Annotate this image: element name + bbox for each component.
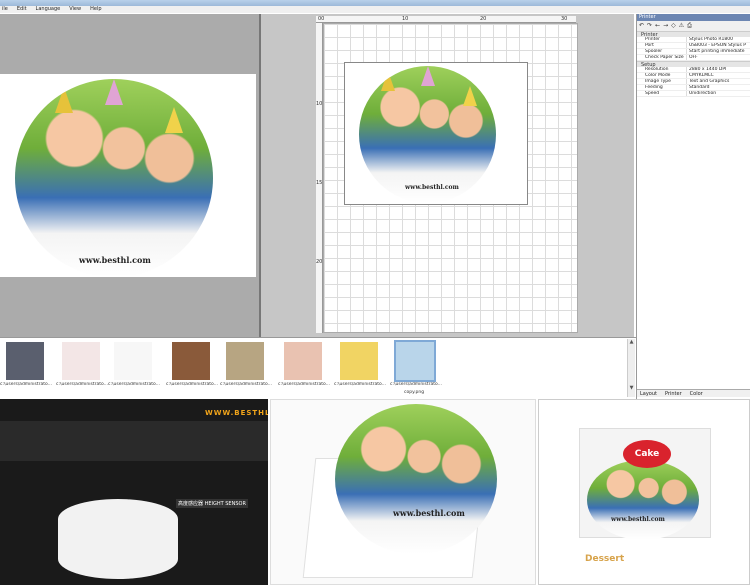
- ruler-tick-label: 10: [402, 16, 409, 22]
- printer-carriage: [0, 421, 268, 461]
- tab-color[interactable]: Color: [690, 390, 703, 397]
- party-hat-icon: [381, 71, 395, 91]
- menu-view[interactable]: View: [69, 6, 81, 13]
- selected-image-frame[interactable]: www.besthl.com: [344, 62, 528, 205]
- properties-panel: Printer ↶ ↷ ← → ◇ ⚠ ⎙ Printer Printer Sty…: [636, 14, 750, 399]
- cake-photo-circle: www.besthl.com: [359, 66, 496, 203]
- box-print-text: Dessert: [585, 554, 625, 564]
- height-sensor-label: 高度感应器 HEIGHT SENSOR: [176, 499, 248, 508]
- brand-url: www.besthl.com: [611, 516, 665, 523]
- selected-thumbnail-caption: copy.png: [404, 390, 425, 395]
- thumbnail-caption: c:\users\administrato...: [334, 382, 386, 387]
- property-value: 2880 x 1440 DPI: [689, 67, 727, 72]
- properties-tabs: Layout Printer Color: [637, 389, 750, 397]
- property-value: Standard: [689, 85, 710, 90]
- thumbnail-image[interactable]: [6, 342, 44, 380]
- undo-icon[interactable]: ↶: [639, 23, 644, 29]
- ruler-tick-label: 30: [561, 16, 568, 22]
- thumbnail-image[interactable]: [394, 340, 436, 382]
- scroll-up-icon[interactable]: ▲: [628, 339, 635, 345]
- brand-url: www.besthl.com: [405, 184, 459, 191]
- tab-layout[interactable]: Layout: [640, 390, 657, 397]
- menu-help[interactable]: Help: [90, 6, 101, 13]
- thumbnail-caption: c:\users\administrato...: [108, 382, 160, 387]
- menu-language[interactable]: Language: [36, 6, 61, 13]
- ruler-tick-label: 20: [480, 16, 487, 22]
- watermark-text: WWW.BESTHL.COM: [205, 409, 268, 417]
- tab-printer[interactable]: Printer: [665, 390, 682, 397]
- party-hat-icon: [105, 79, 123, 105]
- property-value: Unidirection: [689, 91, 717, 96]
- property-key: Color Mode: [637, 73, 687, 78]
- thumbnail-image[interactable]: [226, 342, 264, 380]
- thumbnail-caption: c:\users\administrato...: [220, 382, 272, 387]
- scroll-down-icon[interactable]: ▼: [628, 385, 635, 391]
- warning-icon[interactable]: ⚠: [679, 23, 684, 29]
- property-key: Check Paper Size: [637, 55, 687, 60]
- arrow-right-icon[interactable]: →: [663, 23, 668, 29]
- property-key: Spooler: [637, 49, 687, 54]
- properties-title: Printer: [637, 14, 750, 21]
- image-preview-canvas[interactable]: www.besthl.com: [0, 74, 256, 277]
- property-key: Feeding: [637, 85, 687, 90]
- thumbnail-image[interactable]: [62, 342, 100, 380]
- brand-url: www.besthl.com: [393, 508, 465, 518]
- ruler-tick-label: 00: [318, 16, 325, 22]
- property-key: Resolution: [637, 67, 687, 72]
- thumbnail-image[interactable]: [114, 342, 152, 380]
- thumbnail-image[interactable]: [172, 342, 210, 380]
- property-key: Image Type: [637, 79, 687, 84]
- property-key: Printer: [637, 37, 687, 42]
- thumbnail-caption: c:\users\administrato...: [0, 382, 52, 387]
- brand-url: www.besthl.com: [79, 255, 151, 265]
- diamond-icon[interactable]: ◇: [671, 23, 676, 29]
- thumbnail-caption: c:\users\administrato...: [390, 382, 442, 387]
- thumbnail-caption: c:\users\administrato...: [278, 382, 330, 387]
- property-key: Port: [637, 43, 687, 48]
- party-hat-icon: [421, 66, 435, 86]
- thumbnail-caption: c:\users\administrato...: [56, 382, 108, 387]
- ruler-tick-label: 10: [316, 101, 323, 107]
- property-value: OFF: [689, 55, 698, 60]
- property-key: Speed: [637, 91, 687, 96]
- thumbnail-caption: c:\users\administrato...: [166, 382, 218, 387]
- property-value: USB003 - EPSON Stylus P: [689, 43, 746, 48]
- property-value: Stylus Photo R1800: [689, 37, 734, 42]
- cake-on-tray: [58, 499, 178, 579]
- party-hat-icon: [165, 107, 183, 133]
- property-value: CMYKLMLC: [689, 73, 714, 78]
- properties-toolbar: ↶ ↷ ← → ◇ ⚠ ⎙: [637, 21, 750, 31]
- printer-photo: WWW.BESTHL.COM 高度感应器 HEIGHT SENSOR: [0, 399, 268, 585]
- printer-icon[interactable]: ⎙: [687, 23, 692, 29]
- image-filmstrip: c:\users\administrato... c:\users\adminis…: [0, 337, 636, 399]
- property-row[interactable]: Speed Unidirection: [637, 91, 750, 97]
- property-value: Text and Graphics: [689, 79, 730, 84]
- arrow-left-icon[interactable]: ←: [655, 23, 660, 29]
- ruler-tick-label: 20: [316, 259, 323, 265]
- ruler-vertical: 10 15 20: [316, 23, 323, 333]
- party-hat-icon: [55, 87, 73, 113]
- cake-logo: Cake: [623, 440, 671, 468]
- thumbnail-image[interactable]: [284, 342, 322, 380]
- party-hat-icon: [463, 86, 477, 106]
- cake-photo-circle: www.besthl.com: [335, 404, 497, 554]
- cake-box-photo: www.besthl.com Cake Dessert: [538, 399, 750, 585]
- ruler-tick-label: 15: [316, 180, 323, 186]
- menu-bar: ile Edit Language View Help: [0, 6, 750, 13]
- cake-plate-photo: www.besthl.com: [270, 399, 536, 585]
- redo-icon[interactable]: ↷: [647, 23, 652, 29]
- thumbnail-image[interactable]: [340, 342, 378, 380]
- filmstrip-scrollbar[interactable]: ▲ ▼: [627, 339, 635, 397]
- property-value: Start printing immediate: [689, 49, 745, 54]
- cake-photo-circle: www.besthl.com: [15, 79, 213, 277]
- menu-file[interactable]: ile: [2, 6, 8, 13]
- menu-edit[interactable]: Edit: [17, 6, 27, 13]
- cake-photo-circle: www.besthl.com: [587, 460, 699, 540]
- ruler-horizontal: 00 10 20 30: [316, 16, 576, 23]
